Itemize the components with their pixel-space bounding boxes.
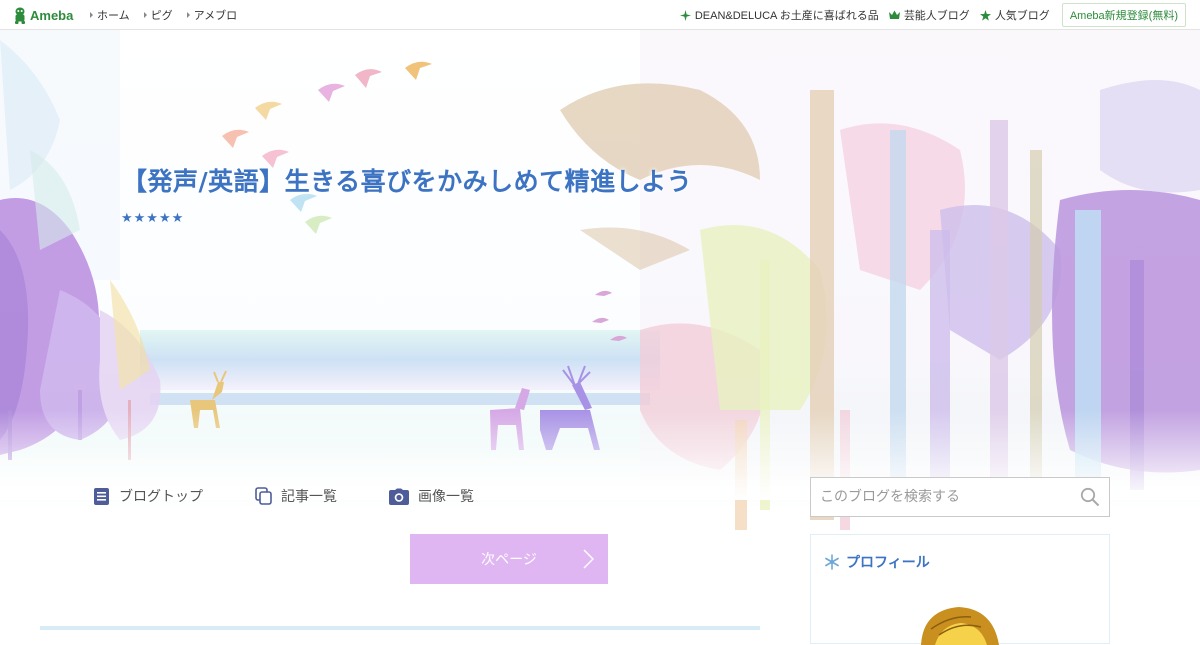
caret-right-icon [143, 12, 147, 18]
global-header: Ameba ホーム ピグ アメブロ DEAN&DELUCA お土産に喜ばれる品 … [0, 0, 1200, 30]
nav-ameblo-link[interactable]: アメブロ [186, 7, 238, 23]
ameba-logo-text: Ameba [30, 7, 74, 23]
celebrity-blog-label: 芸能人ブログ [903, 10, 970, 22]
profile-avatar[interactable] [911, 605, 1011, 645]
blog-title[interactable]: 【発声/英語】生きる喜びをかみしめて精進しよう [122, 162, 692, 198]
copy-icon [255, 487, 272, 505]
header-links: DEAN&DELUCA お土産に喜ばれる品 芸能人ブログ 人気ブログ Ameba… [670, 0, 1186, 30]
snowflake-icon [825, 554, 839, 570]
blog-top-label: ブログトップ [119, 489, 203, 505]
ameba-logo-icon [15, 7, 25, 24]
profile-heading-label: プロフィール [846, 555, 930, 571]
star-icon [979, 9, 991, 21]
camera-icon [389, 488, 409, 505]
search-icon[interactable] [1080, 487, 1100, 507]
promo-label: DEAN&DELUCA お土産に喜ばれる品 [694, 10, 879, 22]
chevron-right-icon [583, 549, 594, 569]
promo-link[interactable]: DEAN&DELUCA お土産に喜ばれる品 [679, 7, 879, 23]
image-list-label: 画像一覧 [418, 489, 474, 505]
popular-blog-label: 人気ブログ [994, 10, 1050, 22]
blog-subnav: ブログトップ 記事一覧 画像一覧 [93, 486, 526, 506]
nav-home-link[interactable]: ホーム [90, 7, 130, 23]
blog-search-box [810, 477, 1110, 517]
blog-description: ★★★★★ [121, 211, 185, 226]
entry-list-link[interactable]: 記事一覧 [255, 486, 337, 506]
document-icon [94, 487, 109, 505]
caret-right-icon [186, 12, 190, 18]
popular-blog-link[interactable]: 人気ブログ [979, 7, 1050, 23]
celebrity-blog-link[interactable]: 芸能人ブログ [888, 7, 970, 23]
blog-top-link[interactable]: ブログトップ [93, 486, 203, 506]
next-page-button[interactable]: 次ページ [410, 534, 608, 584]
profile-widget: プロフィール [810, 534, 1110, 645]
global-nav: ホーム ピグ アメブロ [90, 0, 251, 30]
crown-icon [888, 10, 900, 19]
profile-heading: プロフィール [824, 552, 930, 572]
nav-ameblo-label: アメブロ [193, 10, 238, 22]
nav-pigg-label: ピグ [150, 10, 173, 22]
nav-home-label: ホーム [97, 10, 130, 22]
ameba-logo[interactable]: Ameba [13, 6, 73, 24]
main-content-top [40, 626, 760, 630]
sparkle-icon [679, 9, 691, 21]
register-button[interactable]: Ameba新規登録(無料) [1061, 3, 1186, 27]
caret-right-icon [90, 12, 93, 18]
blog-search-input[interactable] [820, 478, 1070, 516]
image-list-link[interactable]: 画像一覧 [389, 486, 474, 506]
nav-pigg-link[interactable]: ピグ [143, 7, 173, 23]
next-page-label: 次ページ [481, 552, 537, 568]
entry-list-label: 記事一覧 [281, 489, 337, 505]
